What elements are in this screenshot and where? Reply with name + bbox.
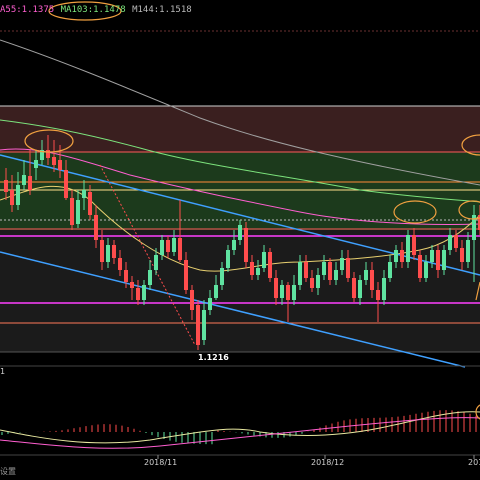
candle-body — [142, 285, 146, 300]
candle-body — [166, 240, 170, 252]
candle-body — [424, 262, 428, 278]
candle-body — [238, 225, 242, 240]
candle-body — [226, 250, 230, 268]
candle-body — [406, 235, 410, 262]
candle-body — [82, 190, 86, 198]
candle-body — [160, 240, 164, 255]
candle-body — [154, 255, 158, 270]
candle-body — [220, 268, 224, 285]
candle-body — [298, 262, 302, 285]
candle-body — [430, 250, 434, 262]
candle-body — [346, 258, 350, 278]
date-label-dec: 2018/12 — [311, 458, 345, 467]
candle-body — [352, 278, 356, 298]
candle-body — [70, 198, 74, 225]
candle-body — [388, 262, 392, 278]
candle-body — [106, 245, 110, 262]
candle-body — [196, 305, 200, 345]
candle-body — [460, 248, 464, 262]
ma144-value: M144:1.1518 — [132, 5, 192, 15]
candle-body — [316, 275, 320, 288]
candle-body — [454, 235, 458, 248]
candle-body — [34, 160, 38, 168]
candle-body — [28, 176, 32, 190]
candle-body — [184, 260, 188, 290]
candle-body — [136, 288, 140, 300]
candle-body — [52, 157, 56, 165]
candle-body — [310, 278, 314, 288]
candle-body — [94, 215, 98, 240]
date-label-nov: 2018/11 — [144, 458, 178, 467]
candle-body — [88, 192, 92, 215]
candlestick-chart[interactable] — [0, 0, 480, 480]
candle-body — [244, 228, 248, 262]
ma-legend: A55:1.1375 MA103:1.1478 M144:1.1518 — [0, 3, 193, 17]
settings-label[interactable]: 设置 — [0, 466, 16, 477]
candle-body — [268, 252, 272, 278]
candle-body — [130, 282, 134, 288]
ma103-value: MA103:1.1478 — [60, 5, 126, 15]
candle-body — [214, 285, 218, 298]
candle-body — [100, 240, 104, 262]
candle-body — [304, 262, 308, 278]
ma55-value: A55:1.1375 — [0, 5, 55, 15]
candle-body — [208, 298, 212, 310]
candle-body — [334, 270, 338, 280]
candle-body — [10, 190, 14, 205]
candle-body — [172, 238, 176, 252]
candle-body — [256, 268, 260, 275]
candle-body — [16, 185, 20, 205]
candle-body — [280, 285, 284, 298]
candle-body — [376, 290, 380, 300]
candle-body — [112, 245, 116, 258]
candle-body — [358, 280, 362, 298]
candle-body — [178, 238, 182, 260]
candle-body — [232, 240, 236, 250]
macd-histogram — [1, 410, 477, 445]
candle-body — [250, 262, 254, 275]
candle-body — [322, 262, 326, 275]
candle-body — [412, 235, 416, 255]
candle-body — [46, 150, 50, 158]
candle-body — [124, 270, 128, 282]
low-price-label: 1.1216 — [198, 353, 229, 362]
candle-body — [394, 250, 398, 262]
candle-body — [448, 235, 452, 250]
candle-body — [58, 160, 62, 170]
candle-body — [4, 180, 8, 192]
candle-body — [286, 285, 290, 300]
candle-body — [76, 200, 80, 224]
candle-body — [466, 240, 470, 262]
dif-line — [0, 411, 480, 444]
candle-body — [418, 255, 422, 278]
candle-body — [22, 175, 26, 185]
candle-body — [262, 252, 266, 268]
candle-body — [118, 258, 122, 270]
candle-body — [292, 285, 296, 300]
candle-body — [340, 258, 344, 270]
candle-body — [202, 310, 206, 340]
candle-body — [64, 170, 68, 198]
candle-body — [328, 262, 332, 280]
candle-body — [190, 290, 194, 310]
date-label-jan: 201 — [468, 458, 480, 467]
candle-body — [370, 270, 374, 290]
candle-body — [274, 278, 278, 298]
sub-indicator-label: 1 — [0, 367, 6, 376]
candle-body — [382, 278, 386, 300]
candle-body — [442, 250, 446, 270]
candle-body — [364, 270, 368, 280]
candle-body — [400, 250, 404, 262]
candle-body — [148, 270, 152, 285]
candle-body — [436, 250, 440, 270]
